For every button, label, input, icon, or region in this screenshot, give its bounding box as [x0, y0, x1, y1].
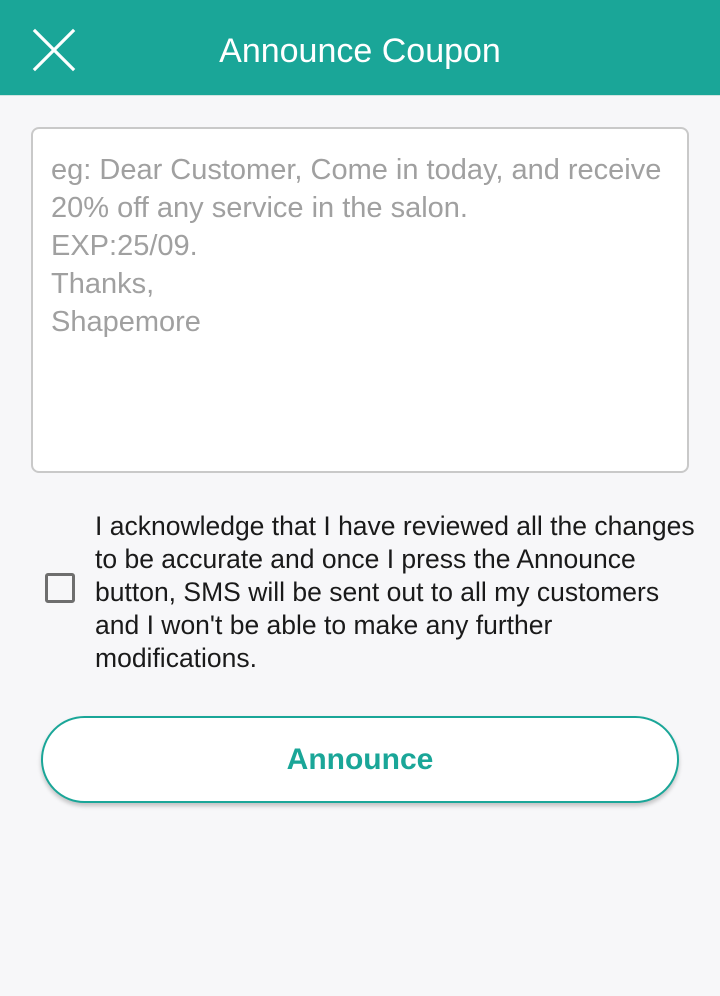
app-header: Announce Coupon	[0, 0, 720, 96]
acknowledge-checkbox[interactable]	[45, 573, 75, 603]
coupon-message-input[interactable]	[31, 127, 689, 473]
announce-button[interactable]: Announce	[41, 716, 679, 803]
page-title: Announce Coupon	[219, 32, 501, 70]
acknowledgement-text: I acknowledge that I have reviewed all t…	[95, 511, 695, 673]
